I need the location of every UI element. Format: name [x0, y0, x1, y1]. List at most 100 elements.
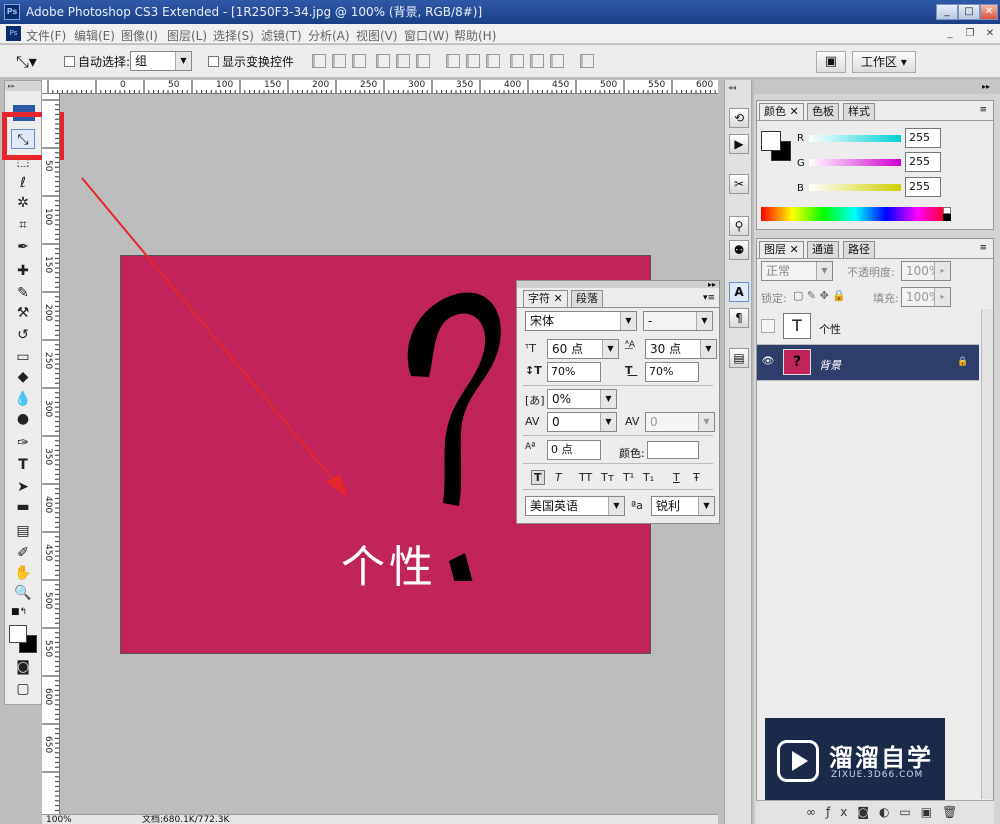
tracking-select[interactable]: 0 ▼ — [645, 412, 715, 432]
brush-tool-icon[interactable]: ✎ — [11, 283, 35, 303]
healing-brush-tool-icon[interactable]: ✚ — [11, 261, 35, 281]
align-top-icon[interactable] — [312, 54, 326, 68]
layer-actions-icons[interactable]: ∞ƒx◙◐▭▣🗑 — [806, 805, 967, 819]
crop-tool-icon[interactable]: ⌗ — [11, 215, 35, 235]
font-style-select[interactable]: - ▼ — [643, 311, 713, 331]
path-selection-tool-icon[interactable]: ➤ — [11, 477, 35, 497]
menu-image[interactable]: 图像(I) — [121, 27, 158, 44]
tab-swatches[interactable]: 色板 — [807, 103, 839, 120]
right-column-header[interactable]: ▸▸ — [754, 80, 1000, 94]
paragraph-panel-icon[interactable]: ¶ — [729, 308, 749, 328]
menu-file[interactable]: 文件(F) — [26, 27, 66, 44]
foreground-color-swatch[interactable] — [9, 625, 27, 643]
lasso-tool-icon[interactable]: ℓ — [11, 173, 35, 193]
notes-tool-icon[interactable]: ▤ — [11, 521, 35, 541]
faux-bold-button[interactable]: T — [531, 470, 545, 485]
leading-select[interactable]: 30 点 ▼ — [645, 339, 717, 359]
layer-row[interactable]: T 个性 — [757, 309, 979, 345]
actions-icon[interactable]: ▶ — [729, 134, 749, 154]
quick-mask-icon[interactable]: ◙ — [11, 657, 35, 677]
layer-comps-icon[interactable]: ▤ — [729, 348, 749, 368]
blend-mode-select[interactable]: 正常 ▼ — [761, 261, 833, 281]
tab-channels[interactable]: 通道 — [807, 241, 839, 258]
minimize-button[interactable]: _ — [936, 4, 958, 20]
panel-menu-icon[interactable]: ≡ — [979, 105, 987, 115]
text-color-swatch[interactable] — [647, 441, 699, 459]
distribute-hcenter-icon[interactable] — [530, 54, 544, 68]
tab-styles[interactable]: 样式 — [843, 103, 875, 120]
language-select[interactable]: 美国英语 ▼ — [525, 496, 625, 516]
fg-color-swatch[interactable] — [761, 131, 781, 151]
document-icon[interactable]: Ps — [6, 26, 21, 41]
menu-window[interactable]: 窗口(W) — [404, 27, 449, 44]
doc-size[interactable]: 文档:680.1K/772.3K — [142, 815, 229, 824]
bridge-icon[interactable]: ▣ — [816, 51, 846, 73]
antialias-select[interactable]: 锐利 ▼ — [651, 496, 715, 516]
menu-view[interactable]: 视图(V) — [356, 27, 398, 44]
tab-layers[interactable]: 图层 ✕ — [759, 241, 804, 258]
tab-color[interactable]: 颜色 ✕ — [759, 103, 804, 120]
history-brush-tool-icon[interactable]: ↺ — [11, 325, 35, 345]
menu-edit[interactable]: 编辑(E) — [74, 27, 115, 44]
tsume-select[interactable]: 0% ▼ — [547, 389, 617, 409]
b-slider[interactable] — [809, 184, 901, 191]
dock-collapse-icon[interactable]: ◂◂ — [728, 83, 736, 92]
black-swatch[interactable] — [943, 214, 951, 221]
strikethrough-button[interactable]: Ŧ — [693, 471, 700, 484]
dodge-tool-icon[interactable]: ● — [11, 409, 35, 429]
eyedropper-tool-icon[interactable]: ✒ — [11, 237, 35, 257]
tool-presets-icon[interactable]: ✂ — [729, 174, 749, 194]
menu-analysis[interactable]: 分析(A) — [308, 27, 350, 44]
visibility-toggle[interactable] — [761, 319, 775, 333]
g-value-input[interactable]: 255 — [905, 152, 941, 172]
hand-tool-icon[interactable]: ✋ — [11, 563, 35, 583]
clone-stamp-tool-icon[interactable]: ⚒ — [11, 303, 35, 323]
auto-select-checkbox[interactable] — [64, 56, 75, 67]
close-button[interactable]: ✕ — [980, 4, 998, 20]
distribute-right-icon[interactable] — [550, 54, 564, 68]
font-family-select[interactable]: 宋体 ▼ — [525, 311, 637, 331]
zoom-tool-icon[interactable]: 🔍 — [11, 583, 35, 603]
fill-input[interactable]: 100% ▸ — [901, 287, 951, 307]
r-slider[interactable] — [809, 135, 901, 142]
align-left-icon[interactable] — [376, 54, 390, 68]
menu-layer[interactable]: 图层(L) — [167, 27, 207, 44]
layer-row-selected[interactable]: 👁 ? 背景 🔒 — [757, 345, 979, 381]
doc-close-button[interactable]: ✕ — [982, 27, 998, 41]
kerning-select[interactable]: 0 ▼ — [547, 412, 617, 432]
screen-mode-icon[interactable]: ▢ — [11, 679, 35, 699]
zoom-level[interactable]: 100% — [46, 815, 72, 824]
align-bottom-icon[interactable] — [352, 54, 366, 68]
opacity-input[interactable]: 100% ▸ — [901, 261, 951, 281]
align-vcenter-icon[interactable] — [332, 54, 346, 68]
tab-character[interactable]: 字符 ✕ — [523, 290, 568, 307]
align-hcenter-icon[interactable] — [396, 54, 410, 68]
small-caps-button[interactable]: Tт — [601, 471, 614, 484]
layer-name[interactable]: 背景 — [819, 357, 841, 373]
tab-paths[interactable]: 路径 — [843, 241, 875, 258]
blur-tool-icon[interactable]: 💧 — [11, 389, 35, 409]
distribute-bottom-icon[interactable] — [486, 54, 500, 68]
auto-select-dropdown[interactable]: 组 ▼ — [130, 51, 192, 71]
maximize-button[interactable]: □ — [958, 4, 980, 20]
character-panel-icon[interactable]: A — [729, 282, 749, 302]
character-panel-header[interactable] — [517, 281, 719, 288]
baseline-shift-input[interactable]: 0 点 — [547, 440, 601, 460]
shape-tool-icon[interactable]: ▬ — [11, 497, 35, 517]
doc-minimize-button[interactable]: _ — [942, 27, 958, 41]
workspace-button[interactable]: 工作区 ▾ — [852, 51, 916, 73]
default-colors-icon[interactable]: ■↰ — [11, 607, 27, 617]
menu-help[interactable]: 帮助(H) — [454, 27, 496, 44]
toolbox-header[interactable]: ▸▸ — [5, 81, 41, 91]
faux-italic-button[interactable]: T — [555, 471, 562, 484]
layers-scrollbar[interactable] — [981, 309, 993, 799]
panel-menu-icon[interactable]: ▾≡ — [703, 293, 715, 303]
magic-wand-tool-icon[interactable]: ✲ — [11, 193, 35, 213]
horizontal-scale-input[interactable]: 70% — [645, 362, 699, 382]
panel-menu-icon[interactable]: ≡ — [979, 243, 987, 253]
underline-button[interactable]: T — [673, 471, 680, 484]
lock-icons[interactable]: ▢ ✎ ✥ 🔒 — [793, 289, 846, 302]
eye-icon[interactable]: 👁 — [761, 355, 775, 369]
history-icon[interactable]: ⟲ — [729, 108, 749, 128]
superscript-button[interactable]: T¹ — [623, 471, 634, 484]
